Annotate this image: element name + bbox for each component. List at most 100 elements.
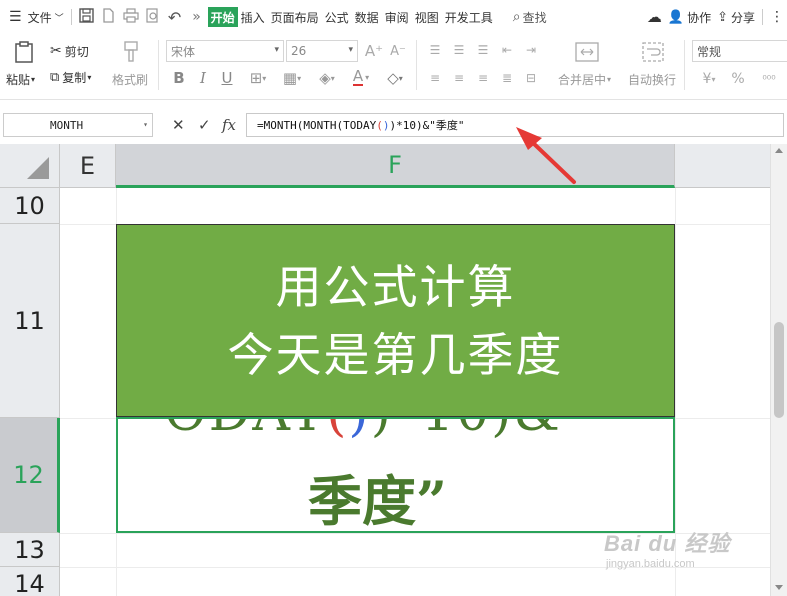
thousands-separator-button[interactable]: ⁰⁰⁰ (754, 70, 784, 88)
font-name-select[interactable]: 宋体 ▾ (166, 40, 284, 62)
borders-button[interactable]: ⊞ ▾ (244, 68, 272, 88)
name-box[interactable]: MONTH ▾ (3, 113, 153, 137)
copy-button[interactable]: ⧉ 复制 ▾ (50, 68, 91, 86)
paste-button[interactable] (10, 40, 38, 66)
column-header-f[interactable]: F (116, 144, 675, 188)
row-header-14[interactable]: 14 (0, 567, 60, 596)
row-header-12[interactable]: 12 (0, 418, 60, 533)
scissors-icon: ✂ (50, 43, 62, 59)
tab-review[interactable]: 审阅 (382, 5, 412, 29)
percent-button[interactable]: % (730, 70, 746, 88)
more-quick-access-button[interactable]: » (186, 6, 208, 28)
watermark-logo-text: Bai du 经验 (604, 531, 731, 556)
fill-color-button[interactable]: ◈ ▾ (312, 68, 342, 88)
search-icon: ⌕ (512, 9, 521, 25)
font-name-value: 宋体 (171, 44, 196, 59)
format-painter-button[interactable] (116, 40, 146, 66)
increase-font-size-button[interactable]: A⁺ (364, 42, 384, 60)
paste-label: 粘贴 (6, 72, 31, 87)
selected-cell-f12[interactable]: ODAY())*10)& 季度” (116, 417, 675, 533)
paste-dropdown[interactable]: 粘贴 ▾ (6, 70, 35, 88)
share-button[interactable]: ⇪ 分享 (714, 5, 758, 29)
row-header-10[interactable]: 10 (0, 188, 60, 224)
export-pdf-button[interactable] (98, 6, 120, 28)
clear-format-button[interactable]: ◇ ▾ (380, 68, 410, 88)
cloud-icon: ☁ (646, 8, 662, 26)
caret-down-icon: ▾ (262, 73, 267, 83)
hamburger-menu-button[interactable]: ☰ (6, 5, 25, 29)
select-all-corner[interactable] (0, 144, 60, 188)
formula-input[interactable]: =MONTH(MONTH(TODAY())*10)&"季度" (246, 113, 784, 137)
bold-button[interactable]: B (170, 68, 188, 88)
currency-button[interactable]: ¥ ▾ (696, 70, 722, 88)
tab-insert[interactable]: 插入 (238, 5, 268, 29)
distributed-button[interactable]: ⊟ (522, 70, 540, 86)
caret-down-icon: ▾ (31, 74, 36, 84)
align-middle-button[interactable]: ☰ (450, 42, 468, 58)
row-header-label: 13 (14, 535, 45, 564)
vertical-scrollbar[interactable] (770, 144, 787, 596)
caret-down-icon: ▾ (297, 73, 302, 83)
scroll-up-icon[interactable] (775, 148, 783, 153)
file-menu[interactable]: 文件 ﹀ (25, 5, 67, 29)
collaborate-button[interactable]: 👤 协作 (665, 5, 714, 29)
italic-button[interactable]: I (194, 68, 212, 88)
caret-down-icon: ▾ (348, 45, 353, 55)
paint-bucket-icon: ◈ (319, 69, 331, 87)
number-format-select[interactable]: 常规 (692, 40, 787, 62)
divider (762, 9, 763, 25)
eraser-icon: ◇ (387, 69, 399, 87)
scrollbar-thumb[interactable] (774, 322, 784, 418)
save-button[interactable] (76, 6, 98, 28)
more-options-button[interactable]: ⋮ (767, 5, 787, 29)
percent-icon: % (731, 71, 745, 87)
underline-button[interactable]: U (218, 68, 236, 88)
tab-insert-label: 插入 (240, 10, 265, 25)
tab-data[interactable]: 数据 (352, 5, 382, 29)
align-center-button[interactable]: ≡ (450, 70, 468, 86)
align-top-button[interactable]: ☰ (426, 42, 444, 58)
pdf-icon (101, 8, 116, 26)
align-left-button[interactable]: ≡ (426, 70, 444, 86)
font-color-button[interactable]: A ▾ (346, 66, 376, 88)
tab-developer[interactable]: 开发工具 (442, 5, 496, 29)
merge-center-button[interactable] (570, 40, 604, 66)
font-size-select[interactable]: 26 ▾ (286, 40, 358, 62)
cancel-formula-button[interactable]: ✕ (172, 116, 185, 134)
undo-button[interactable]: ↶ (164, 6, 186, 28)
decrease-font-size-button[interactable]: A⁻ (388, 42, 408, 60)
row-header-13[interactable]: 13 (0, 533, 60, 567)
increase-indent-button[interactable]: ⇥ (522, 42, 540, 58)
align-bottom-button[interactable]: ☰ (474, 42, 492, 58)
confirm-formula-button[interactable]: ✓ (198, 116, 211, 134)
tab-home[interactable]: 开始 (207, 7, 238, 27)
cut-button[interactable]: ✂ 剪切 (50, 42, 89, 60)
tab-formulas[interactable]: 公式 (322, 5, 352, 29)
checkmark-icon: ✓ (198, 116, 211, 134)
justify-button[interactable]: ≣ (498, 70, 516, 86)
formula-close-paren: ) (348, 419, 370, 443)
cloud-sync-button[interactable]: ☁ (644, 5, 665, 29)
column-header-e[interactable]: E (60, 144, 116, 188)
tab-view[interactable]: 视图 (412, 5, 442, 29)
italic-icon: I (200, 69, 206, 87)
print-preview-button[interactable] (142, 6, 164, 28)
column-header-g[interactable] (675, 144, 770, 188)
print-button[interactable] (120, 6, 142, 28)
decrease-indent-button[interactable]: ⇤ (498, 42, 516, 58)
search-label: 查找 (522, 10, 547, 25)
cell-formula-text: ODAY())*10)& (164, 419, 562, 443)
insert-function-button[interactable]: fx (222, 116, 236, 134)
merge-center-dropdown[interactable]: 合并居中 ▾ (558, 70, 611, 88)
row-header-label: 10 (14, 191, 45, 220)
scroll-down-icon[interactable] (775, 585, 783, 590)
row-header-11[interactable]: 11 (0, 224, 60, 418)
tab-page-layout-label: 页面布局 (270, 10, 319, 25)
wrap-text-button[interactable] (638, 40, 668, 66)
search-button[interactable]: ⌕ 查找 (510, 5, 550, 29)
align-right-button[interactable]: ≡ (474, 70, 492, 86)
indent-icon: ⇥ (525, 43, 537, 57)
align-top-icon: ☰ (429, 43, 441, 57)
tab-page-layout[interactable]: 页面布局 (268, 5, 322, 29)
cell-style-button[interactable]: ▦ ▾ (278, 68, 306, 88)
